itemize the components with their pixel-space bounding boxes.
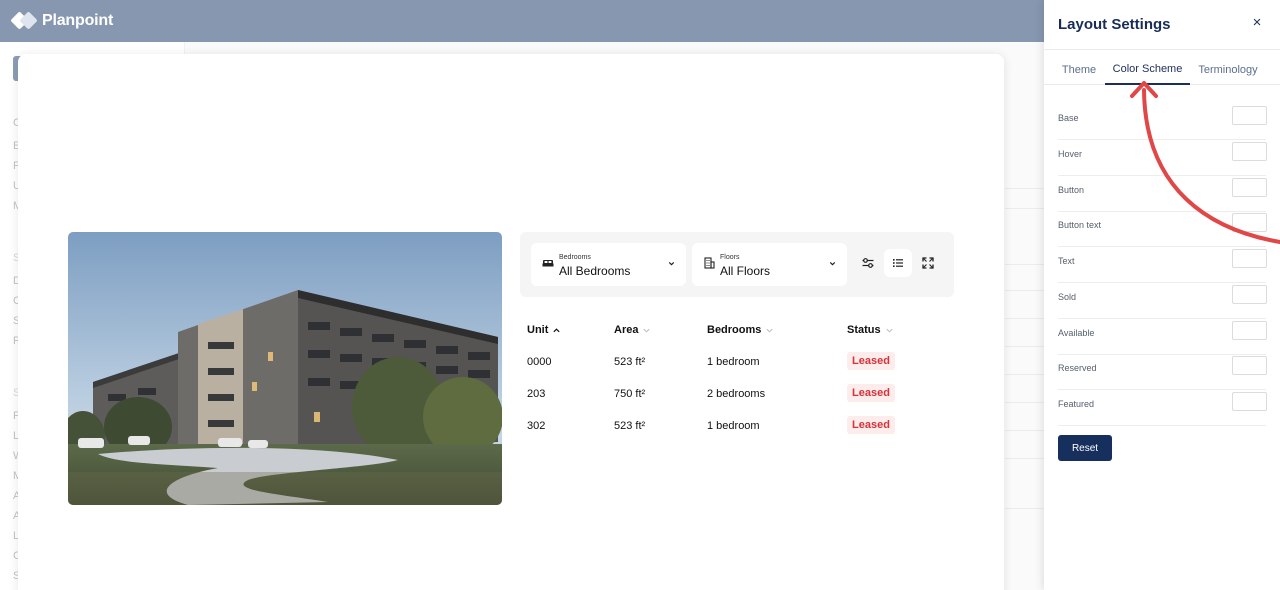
chevron-down-icon [668, 262, 675, 266]
background-row-divider [1005, 290, 1045, 291]
color-label: Available [1058, 328, 1095, 338]
unit-column-header[interactable]: Unit [527, 324, 561, 336]
filter-bar: Bedrooms All Bedrooms Floors All Floors [520, 232, 954, 297]
sort-ascending-icon [553, 327, 561, 332]
status-column-header[interactable]: Status [847, 324, 894, 336]
sliders-icon [862, 258, 874, 268]
background-row-divider [1005, 346, 1045, 347]
floors-filter-value: All Floors [720, 264, 771, 278]
list-icon [893, 259, 903, 267]
background-row-divider [1005, 458, 1045, 459]
chevron-down-icon [766, 328, 773, 333]
background-row-divider [1005, 264, 1045, 265]
button-color-input[interactable] [1232, 178, 1267, 197]
bedrooms-filter-select[interactable]: Bedrooms All Bedrooms [531, 243, 686, 286]
color-label: Text [1058, 256, 1075, 266]
floors-filter-select[interactable]: Floors All Floors [692, 243, 847, 286]
hover-color-input[interactable] [1232, 142, 1267, 161]
color-row-reserved: Reserved [1058, 354, 1267, 390]
floors-filter-label: Floors [720, 254, 740, 261]
status-badge: Leased [847, 384, 895, 402]
button-text-color-input[interactable] [1232, 213, 1267, 232]
status-badge: Leased [847, 416, 895, 434]
background-row-divider [1005, 402, 1045, 403]
bedrooms-cell: 1 bedroom [707, 420, 760, 432]
area-cell: 523 ft² [614, 420, 646, 432]
color-row-hover: Hover [1058, 140, 1267, 176]
color-row-text: Text [1058, 247, 1267, 283]
color-label: Featured [1058, 399, 1095, 409]
background-row-divider [1005, 188, 1045, 189]
color-label: Sold [1058, 292, 1077, 302]
tab-theme[interactable]: Theme [1054, 50, 1104, 85]
reserved-color-input[interactable] [1232, 356, 1267, 375]
planpoint-logo-icon [10, 11, 38, 31]
unit-cell: 203 [527, 388, 546, 400]
area-cell: 523 ft² [614, 356, 646, 368]
color-label: Hover [1058, 149, 1083, 159]
color-row-available: Available [1058, 319, 1267, 355]
settings-tabs: Theme Color Scheme Terminology [1044, 49, 1280, 85]
bedrooms-cell: 2 bedrooms [707, 388, 766, 400]
close-icon[interactable]: × [1249, 14, 1265, 32]
drawer-title: Layout Settings [1058, 16, 1171, 33]
background-row-divider [1005, 208, 1045, 209]
expand-icon [922, 257, 934, 269]
color-label: Base [1058, 113, 1079, 123]
base-color-input[interactable] [1232, 106, 1267, 125]
bedrooms-column-header[interactable]: Bedrooms [707, 324, 774, 336]
fullscreen-button[interactable] [914, 249, 942, 277]
reset-button[interactable]: Reset [1058, 435, 1112, 461]
chevron-down-icon [829, 262, 836, 266]
table-row[interactable]: 302 523 ft² 1 bedroom Leased [520, 414, 954, 438]
tab-color-scheme[interactable]: Color Scheme [1105, 50, 1190, 85]
unit-cell: 302 [527, 420, 546, 432]
color-label: Button text [1058, 220, 1102, 230]
color-label: Reserved [1058, 363, 1097, 373]
color-label: Button [1058, 185, 1085, 195]
background-row-divider [1005, 430, 1045, 431]
sold-color-input[interactable] [1232, 285, 1267, 304]
list-view-button[interactable] [884, 249, 912, 277]
text-color-input[interactable] [1232, 249, 1267, 268]
featured-color-input[interactable] [1232, 392, 1267, 411]
status-badge: Leased [847, 352, 895, 370]
unit-cell: 0000 [527, 356, 552, 368]
bed-icon [542, 260, 554, 267]
chevron-down-icon [886, 328, 893, 333]
color-row-base: Base [1058, 104, 1267, 140]
color-row-button-text: Button text [1058, 211, 1267, 247]
background-row-divider [1005, 508, 1045, 509]
brand-logo[interactable]: Planpoint [10, 9, 114, 33]
building-icon [704, 257, 715, 269]
bedrooms-filter-value: All Bedrooms [559, 264, 631, 278]
color-row-sold: Sold [1058, 283, 1267, 319]
area-column-header[interactable]: Area [614, 324, 651, 336]
color-row-featured: Featured [1058, 390, 1267, 426]
layout-settings-drawer: Layout Settings × Theme Color Scheme Ter… [1044, 0, 1280, 590]
available-color-input[interactable] [1232, 321, 1267, 340]
bedrooms-filter-label: Bedrooms [559, 254, 591, 261]
table-row[interactable]: 0000 523 ft² 1 bedroom Leased [520, 350, 954, 374]
tab-terminology[interactable]: Terminology [1194, 50, 1262, 85]
advanced-filters-button[interactable] [854, 249, 882, 277]
chevron-down-icon [643, 328, 651, 333]
table-row[interactable]: 203 750 ft² 2 bedrooms Leased [520, 382, 954, 406]
area-cell: 750 ft² [614, 388, 646, 400]
brand-name: Planpoint [42, 12, 114, 29]
color-row-button: Button [1058, 176, 1267, 212]
background-row-divider [1005, 318, 1045, 319]
bedrooms-cell: 1 bedroom [707, 356, 760, 368]
building-photo [68, 232, 502, 505]
embed-preview-modal: Bedrooms All Bedrooms Floors All Floors [18, 54, 1004, 590]
background-row-divider [1005, 374, 1045, 375]
